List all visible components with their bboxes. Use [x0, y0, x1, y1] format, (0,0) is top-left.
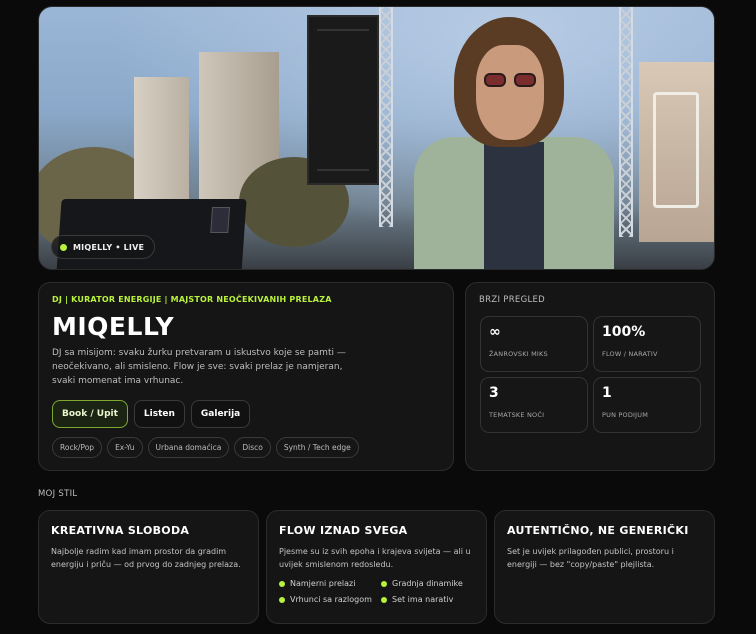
bullet-item: Namjerni prelazi: [279, 579, 381, 588]
genre-tag: Synth / Tech edge: [275, 437, 359, 458]
bullet-dot-icon: [381, 580, 387, 587]
stat-label: ŽANROVSKI MIKS: [489, 350, 548, 358]
gallery-button[interactable]: Galerija: [190, 400, 251, 428]
style-card-text: Set je uvijek prilagođen publici, prosto…: [507, 547, 674, 569]
bullet-label: Namjerni prelazi: [290, 579, 356, 588]
genre-tag: Disco: [234, 437, 271, 458]
style-card-authentic: AUTENTIČNO, NE GENERIČKI Set je uvijek p…: [494, 510, 715, 624]
profile-actions: Book / Upit Listen Galerija: [52, 400, 440, 428]
style-card-title: AUTENTIČNO, NE GENERIČKI: [507, 524, 689, 537]
genre-tags: Rock/Pop Ex-Yu Urbana domaćica Disco Syn…: [52, 437, 440, 458]
live-badge: MIQELLY • LIVE: [51, 235, 156, 259]
style-section-title: MOJ STIL: [38, 489, 78, 499]
stat-tile: 3 TEMATSKE NOĆI: [480, 377, 588, 433]
bullet-dot-icon: [279, 580, 285, 587]
listen-button[interactable]: Listen: [133, 400, 185, 428]
stat-value: 100%: [602, 324, 646, 340]
style-card-flow: FLOW IZNAD SVEGA Pjesme su iz svih epoha…: [266, 510, 487, 624]
photo-dj: [414, 17, 614, 269]
bullet-dot-icon: [279, 596, 285, 603]
genre-tag: Urbana domaćica: [147, 437, 230, 458]
stat-label: FLOW / NARATIV: [602, 350, 658, 358]
bullet-label: Gradnja dinamike: [392, 579, 463, 588]
photo-truss: [379, 7, 393, 227]
photo-banner: [639, 62, 714, 242]
photo-truss: [619, 7, 633, 237]
style-card-text: Pjesme su iz svih epoha i krajeva svijet…: [279, 547, 471, 569]
live-badge-label: MIQELLY • LIVE: [73, 242, 145, 252]
photo-speaker-stack: [307, 15, 379, 185]
stat-tile: ∞ ŽANROVSKI MIKS: [480, 316, 588, 372]
stat-tile: 1 PUN PODIJUM: [593, 377, 701, 433]
hero-photo: MIQELLY • LIVE: [38, 6, 715, 270]
genre-tag: Rock/Pop: [52, 437, 103, 458]
flow-bullets: Namjerni prelazi Gradnja dinamike Vrhunc…: [279, 579, 474, 604]
style-card-title: FLOW IZNAD SVEGA: [279, 524, 408, 537]
stat-value: 3: [489, 385, 499, 401]
bullet-item: Gradnja dinamike: [381, 579, 481, 588]
artist-description: DJ sa misijom: svaku žurku pretvaram u i…: [52, 348, 346, 386]
profile-kicker: DJ | KURATOR ENERGIJE | MAJSTOR NEOČEKIV…: [52, 295, 332, 304]
bullet-item: Vrhunci sa razlogom: [279, 595, 381, 604]
stat-label: PUN PODIJUM: [602, 411, 649, 419]
stat-value: 1: [602, 385, 612, 401]
bullet-item: Set ima narativ: [381, 595, 481, 604]
style-card-title: KREATIVNA SLOBODA: [51, 524, 190, 537]
bullet-dot-icon: [381, 596, 387, 603]
style-card-creative-freedom: KREATIVNA SLOBODA Najbolje radim kad ima…: [38, 510, 259, 624]
book-button[interactable]: Book / Upit: [52, 400, 128, 428]
bullet-label: Set ima narativ: [392, 595, 454, 604]
stat-tile: 100% FLOW / NARATIV: [593, 316, 701, 372]
bullet-label: Vrhunci sa razlogom: [290, 595, 372, 604]
quick-overview-title: BRZI PREGLED: [479, 295, 546, 305]
stats-grid: ∞ ŽANROVSKI MIKS 100% FLOW / NARATIV 3 T…: [480, 316, 701, 433]
profile-card: DJ | KURATOR ENERGIJE | MAJSTOR NEOČEKIV…: [38, 282, 454, 471]
live-dot-icon: [60, 243, 67, 251]
style-card-text: Najbolje radim kad imam prostor da gradi…: [51, 547, 241, 569]
stat-label: TEMATSKE NOĆI: [489, 411, 545, 419]
artist-name: MIQELLY: [52, 312, 175, 341]
stat-value: ∞: [489, 324, 501, 340]
genre-tag: Ex-Yu: [107, 437, 143, 458]
quick-overview-card: BRZI PREGLED ∞ ŽANROVSKI MIKS 100% FLOW …: [465, 282, 715, 471]
